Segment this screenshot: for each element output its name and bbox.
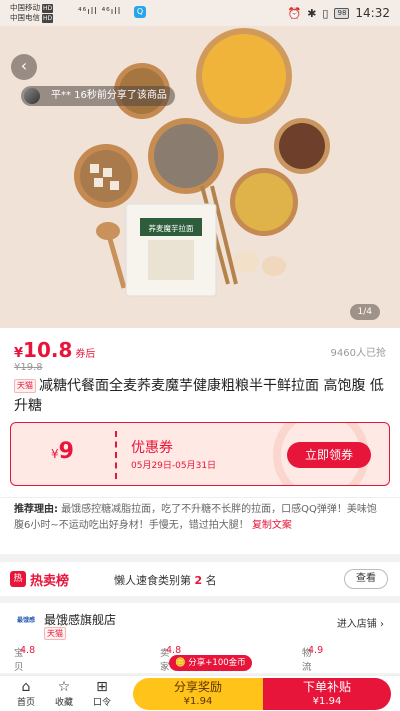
buy-subsidy-label: 下单补贴 — [302, 680, 351, 694]
buy-subsidy-button[interactable]: 下单补贴 ¥1.94 — [263, 678, 391, 710]
price-value: 10.8 — [23, 338, 73, 362]
price-section: ¥10.8 券后 ¥19.8 9460人已抢 天猫 减糖代餐面全麦荞麦魔芋健康粗粮半… — [0, 328, 400, 497]
nav-favorite-label: 收藏 — [54, 698, 73, 708]
view-hot-list-button[interactable]: 查看 — [344, 569, 388, 589]
rank-prefix: 懒人速食类别第 — [114, 574, 191, 587]
share-activity-banner: 平** 16秒前分享了该商品 — [21, 86, 175, 106]
coupon-value: 9 — [58, 439, 74, 464]
bluetooth-icon: ✱ — [307, 6, 317, 20]
coupon-divider — [115, 431, 117, 479]
vibrate-icon: ▯ — [322, 6, 329, 20]
rank-number: 2 — [194, 574, 203, 587]
store-logo: 最饿感 — [16, 617, 35, 624]
store-name: 最饿感旗舰店 — [44, 613, 117, 627]
status-right: ⏰ ✱ ▯ 98 14:32 — [288, 6, 391, 20]
token-icon: ⊞ — [96, 679, 108, 695]
chevron-right-icon: › — [380, 619, 384, 630]
carrier-2: 中国电信 HD — [10, 13, 54, 23]
original-price: ¥19.8 — [14, 362, 43, 373]
coupon-currency: ¥ — [51, 447, 59, 461]
recommend-reason: 推荐理由: 最饿感控糖减脂拉面，吃了不升糖不长胖的拉面，口感QQ弹弹！美味饱腹6… — [0, 497, 400, 554]
store-tmall-badge: 天猫 — [44, 627, 66, 640]
app-notification-icon: Q — [134, 6, 146, 18]
share-activity-text: 平** 16秒前分享了该商品 — [51, 90, 167, 101]
nav-home-label: 首页 — [16, 698, 35, 708]
product-image-carousel[interactable]: 荞麦魔芋拉面 ‹ 平** 16秒前分享了该商品 1/4 — [0, 26, 400, 328]
tmall-badge: 天猫 — [14, 379, 36, 393]
share-reward-value: ¥1.94 — [183, 696, 213, 707]
share-coin-pill: 🪙 分享+100金币 — [169, 655, 252, 671]
product-title: 天猫 减糖代餐面全麦荞麦魔芋健康粗粮半干鲜拉面 高饱腹 低升糖 — [14, 376, 386, 416]
signal-icon: ⁴⁶ıll ⁴⁶ıll — [78, 7, 122, 17]
carrier-1: 中国移动 HD — [10, 3, 54, 13]
share-reward-label: 分享奖励 — [173, 680, 222, 694]
hot-list-title: 热卖榜 — [30, 574, 70, 589]
currency-symbol: ¥ — [14, 346, 24, 361]
enter-store-label: 进入店铺 — [336, 619, 377, 630]
product-title-text: 减糖代餐面全麦荞麦魔芋健康粗粮半干鲜拉面 高饱腹 低升糖 — [14, 378, 384, 414]
price-tag: 券后 — [75, 349, 96, 360]
coupon-amount: ¥9 — [51, 439, 74, 464]
rank-suffix: 名 — [205, 574, 217, 587]
coupon-title: 优惠券 — [131, 440, 173, 456]
price: ¥10.8 券后 — [14, 338, 95, 362]
hot-list-icon: 热 — [10, 571, 26, 587]
claim-coupon-button[interactable]: 立即领券 — [287, 442, 371, 468]
nav-token-label: 口令 — [92, 698, 111, 708]
enter-store-button[interactable]: 进入店铺 › — [337, 615, 384, 630]
bottom-action-bar: ⌂ 首页 ☆ 收藏 ⊞ 口令 分享奖励 ¥1.94 下单补贴 ¥1.94 — [0, 675, 400, 711]
alarm-icon: ⏰ — [287, 6, 302, 20]
coin-pill-text: 分享+100金币 — [188, 658, 246, 668]
copy-text-button[interactable]: 复制文案 — [252, 520, 292, 531]
package-label: 荞麦魔芋拉面 — [149, 223, 194, 233]
nav-token[interactable]: ⊞ 口令 — [84, 679, 120, 708]
page-indicator: 1/4 — [349, 304, 380, 320]
recommend-text: 最饿感控糖减脂拉面，吃了不升糖不长胖的拉面，口感QQ弹弹！美味饱腹6小时~不运动… — [14, 504, 377, 531]
back-button[interactable]: ‹ — [11, 54, 37, 80]
sold-count: 9460人已抢 — [330, 348, 386, 359]
hot-list-rank: 懒人速食类别第 2 名 — [114, 572, 217, 588]
recommend-label: 推荐理由: — [14, 504, 58, 515]
share-reward-button[interactable]: 分享奖励 ¥1.94 — [133, 678, 263, 710]
battery-icon: 98 — [334, 7, 350, 19]
coupon-card[interactable]: ¥9 优惠券 05月29日-05月31日 立即领券 — [10, 422, 390, 486]
nav-home[interactable]: ⌂ 首页 — [8, 679, 44, 708]
clock: 14:32 — [355, 6, 390, 20]
home-icon: ⌂ — [21, 679, 31, 695]
avatar — [24, 88, 40, 104]
nav-favorite[interactable]: ☆ 收藏 — [46, 679, 82, 708]
product-photo: 荞麦魔芋拉面 — [74, 28, 330, 297]
hot-list-bar[interactable]: 热 热卖榜 懒人速食类别第 2 名 查看 — [0, 562, 400, 596]
coupon-dates: 05月29日-05月31日 — [131, 461, 217, 471]
star-icon: ☆ — [57, 679, 71, 695]
buy-subsidy-value: ¥1.94 — [312, 696, 342, 707]
status-bar: 中国移动 HD 中国电信 HD ⁴⁶ıll ⁴⁶ıll Q ⏰ ✱ ▯ 98 14:… — [0, 0, 400, 26]
